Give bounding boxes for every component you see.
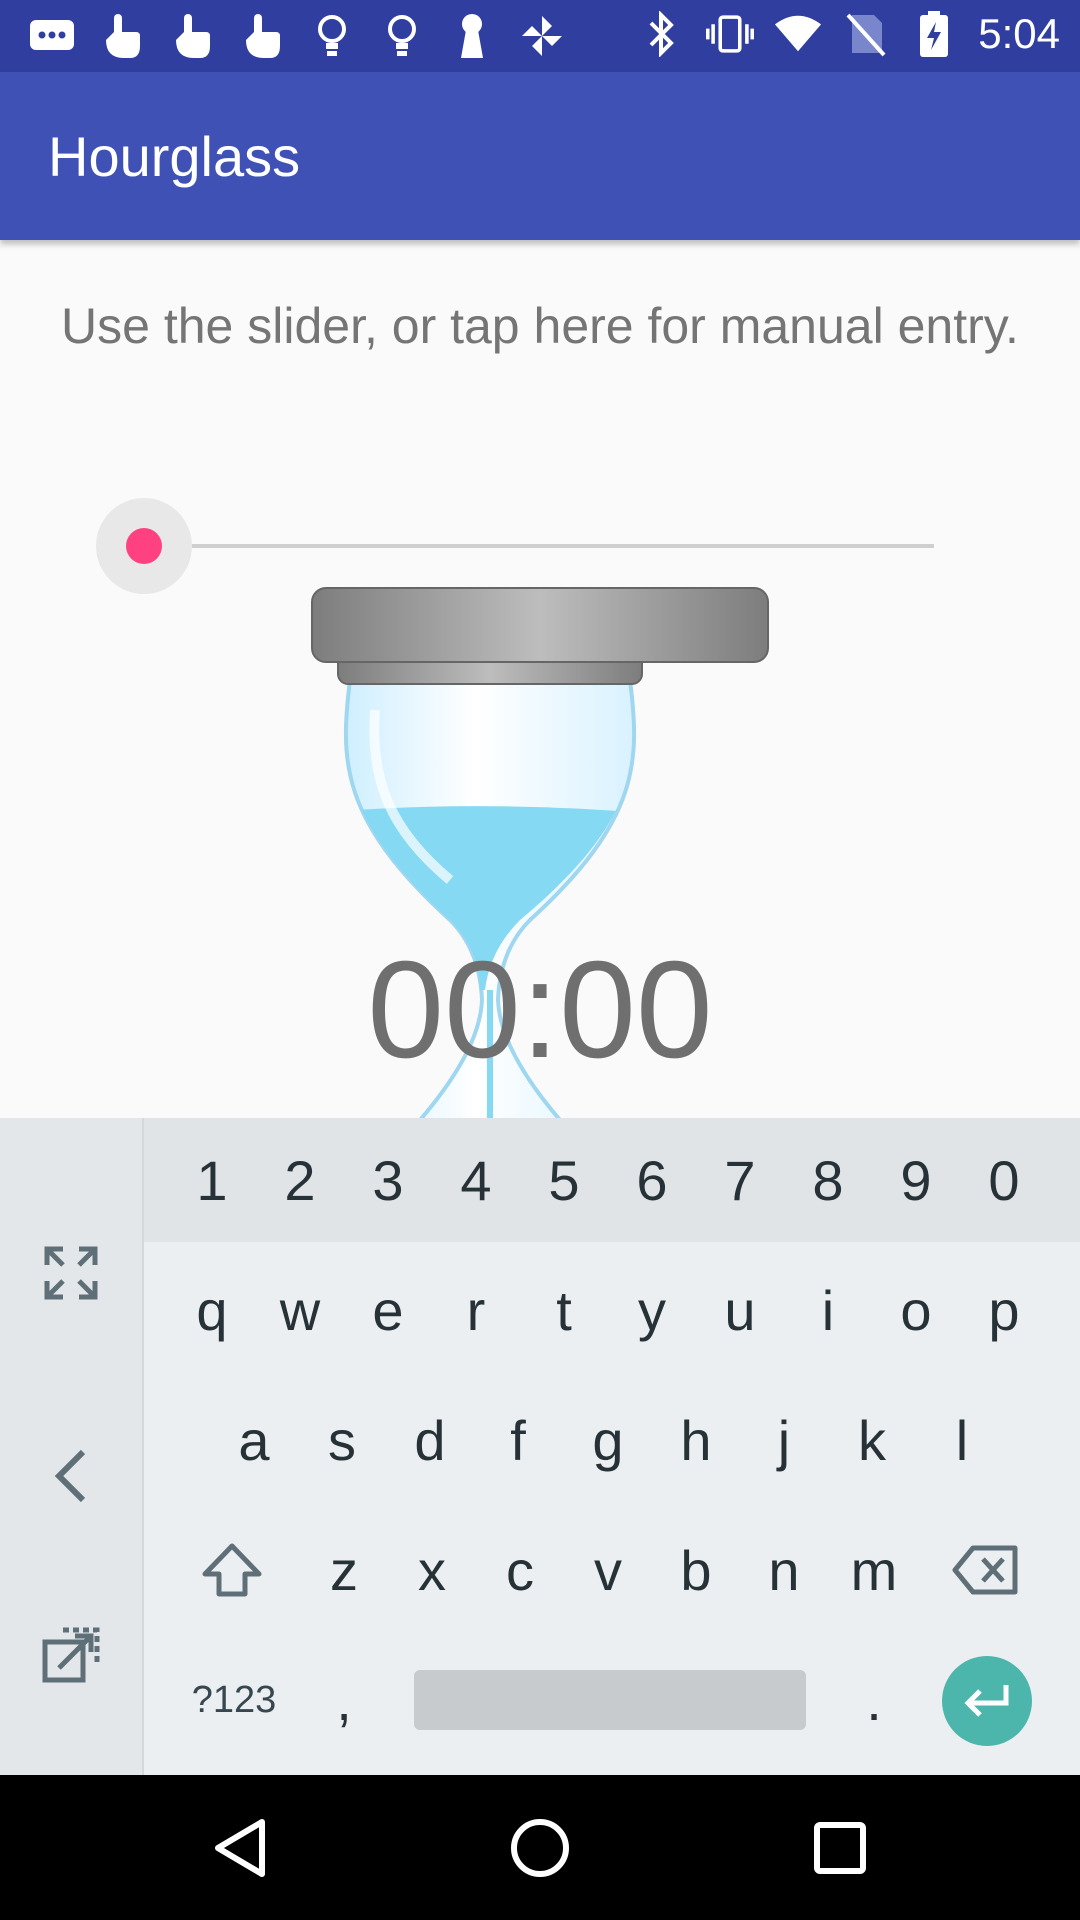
key-y[interactable]: y [608,1250,696,1370]
key-u[interactable]: u [696,1250,784,1370]
key-n[interactable]: n [740,1510,828,1630]
key-3[interactable]: 3 [344,1120,432,1240]
app-bar: Hourglass [0,72,1080,240]
vibrate-icon [706,10,755,58]
comma-key[interactable]: , [300,1640,388,1760]
key-8[interactable]: 8 [784,1120,872,1240]
key-f[interactable]: f [474,1380,562,1500]
bulb-icon [308,12,356,60]
touch-icon [98,12,146,60]
keyboard-side-panel [0,1118,144,1775]
status-bar: 5:04 [0,0,1080,72]
bulb-icon [378,12,426,60]
key-4[interactable]: 4 [432,1120,520,1240]
key-o[interactable]: o [872,1250,960,1370]
symbols-key[interactable]: ?123 [174,1640,294,1760]
enter-key[interactable] [942,1656,1032,1746]
period-key[interactable]: . [830,1640,918,1760]
navigation-bar [0,1775,1080,1920]
key-5[interactable]: 5 [520,1120,608,1240]
key-6[interactable]: 6 [608,1120,696,1240]
backspace-key[interactable] [942,1510,1030,1630]
expand-icon[interactable] [0,1213,142,1333]
key-1[interactable]: 1 [168,1120,256,1240]
key-r[interactable]: r [432,1250,520,1370]
app-title: Hourglass [48,125,301,188]
keyhole-icon [448,12,496,60]
message-icon [28,12,76,60]
key-q[interactable]: q [168,1250,256,1370]
timer-display: 00:00 [367,933,713,1087]
key-s[interactable]: s [298,1380,386,1500]
key-j[interactable]: j [740,1380,828,1500]
key-b[interactable]: b [652,1510,740,1630]
key-7[interactable]: 7 [696,1120,784,1240]
key-9[interactable]: 9 [872,1120,960,1240]
home-icon[interactable] [460,1775,620,1920]
key-v[interactable]: v [564,1510,652,1630]
battery-charging-icon [910,10,958,58]
enter-icon [964,1685,1009,1717]
key-x[interactable]: x [388,1510,476,1630]
key-l[interactable]: l [918,1380,1006,1500]
key-t[interactable]: t [520,1250,608,1370]
key-z[interactable]: z [300,1510,388,1630]
touch-icon [168,12,216,60]
pinwheel-icon [518,12,566,60]
manual-entry-hint[interactable]: Use the slider, or tap here for manual e… [60,295,1020,357]
backspace-icon [952,1545,1018,1595]
slider-track[interactable] [144,544,934,548]
key-a[interactable]: a [210,1380,298,1500]
no-sim-icon [842,10,890,58]
popout-icon[interactable] [0,1596,142,1716]
shift-key[interactable] [188,1510,276,1630]
shift-icon [202,1543,262,1597]
key-e[interactable]: e [344,1250,432,1370]
key-i[interactable]: i [784,1250,872,1370]
key-g[interactable]: g [564,1380,652,1500]
key-k[interactable]: k [828,1380,916,1500]
recents-icon[interactable] [760,1775,920,1920]
back-icon[interactable] [160,1775,320,1920]
wifi-icon [774,10,822,58]
bluetooth-icon [638,10,686,58]
key-h[interactable]: h [652,1380,740,1500]
key-2[interactable]: 2 [256,1120,344,1240]
touch-icon [238,12,286,60]
soft-keyboard: 1 2 3 4 5 6 7 8 9 0 q w e r t y u i o p … [0,1118,1080,1775]
key-w[interactable]: w [256,1250,344,1370]
slider-thumb[interactable] [126,528,162,564]
key-0[interactable]: 0 [960,1120,1048,1240]
clock: 5:04 [978,10,1060,57]
space-key[interactable] [414,1670,806,1730]
key-c[interactable]: c [476,1510,564,1630]
chevron-left-icon[interactable] [0,1416,142,1536]
key-d[interactable]: d [386,1380,474,1500]
key-p[interactable]: p [960,1250,1048,1370]
key-m[interactable]: m [830,1510,918,1630]
